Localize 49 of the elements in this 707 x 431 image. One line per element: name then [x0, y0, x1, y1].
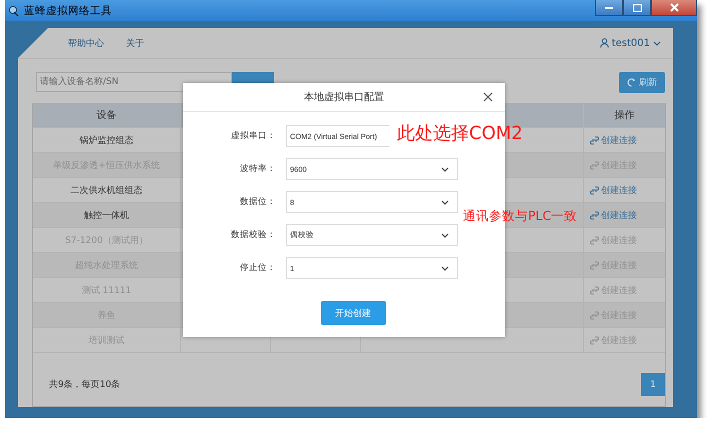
pagination-summary: 共9条，每页10条 — [49, 378, 120, 391]
refresh-button[interactable]: 刷新 — [619, 72, 665, 92]
app-logo-icon — [8, 4, 20, 16]
link-icon — [590, 260, 599, 270]
create-button[interactable]: 开始创建 — [320, 301, 386, 325]
minimize-button[interactable] — [595, 0, 623, 16]
chevron-down-icon — [441, 166, 449, 172]
table-cell: 触控一体机 — [33, 203, 181, 227]
nav-link[interactable]: 关于 — [126, 36, 144, 50]
link-icon — [590, 136, 599, 144]
annotation-text: 此处选择COM2 — [397, 122, 523, 145]
page-button[interactable]: 1 — [641, 373, 665, 396]
chevron-down-icon — [441, 232, 449, 238]
table-cell: 锅炉监控组态 — [33, 128, 181, 152]
maximize-button[interactable] — [623, 0, 651, 16]
link-icon — [590, 336, 599, 344]
link-icon — [590, 186, 599, 194]
link-icon — [590, 160, 599, 170]
link-icon — [590, 210, 599, 220]
close-icon — [670, 3, 678, 12]
table-cell: 二次供水机组组态 — [33, 178, 181, 202]
field-label: 数据位： — [239, 196, 276, 208]
chevron-down-icon — [441, 200, 449, 204]
field-label: 停止位： — [239, 262, 276, 274]
create-connection-link[interactable]: 创建连接 — [590, 208, 637, 222]
link-icon — [590, 286, 599, 294]
annotation-text: 通讯参数与PLC一致 — [463, 208, 578, 225]
chevron-down-icon — [441, 266, 449, 270]
column-header: 设备 — [33, 103, 181, 127]
user-icon — [600, 38, 609, 48]
corner-fold-icon — [18, 28, 48, 58]
close-button[interactable] — [651, 0, 697, 16]
column-header: 操作 — [614, 109, 636, 123]
field-label: 波特率： — [239, 163, 276, 175]
link-icon — [590, 310, 599, 320]
field-label: 虚拟串口： — [230, 130, 276, 142]
minimize-icon — [605, 6, 613, 9]
link-icon — [590, 236, 599, 244]
refresh-icon — [627, 78, 636, 86]
nav-link[interactable]: 帮助中心 — [68, 36, 104, 50]
create-connection-link[interactable]: 创建连接 — [590, 134, 637, 146]
field-label: 数据校验： — [230, 229, 276, 241]
create-connection-link[interactable]: 创建连接 — [590, 184, 637, 196]
close-button[interactable] — [481, 90, 495, 104]
maximize-icon — [632, 4, 642, 12]
user-menu[interactable]: test001 — [600, 38, 661, 48]
dialog-title: 本地虚拟串口配置 — [304, 90, 384, 104]
chevron-down-icon — [653, 40, 661, 46]
window-title: 蓝蜂虚拟网络工具 — [24, 4, 112, 18]
